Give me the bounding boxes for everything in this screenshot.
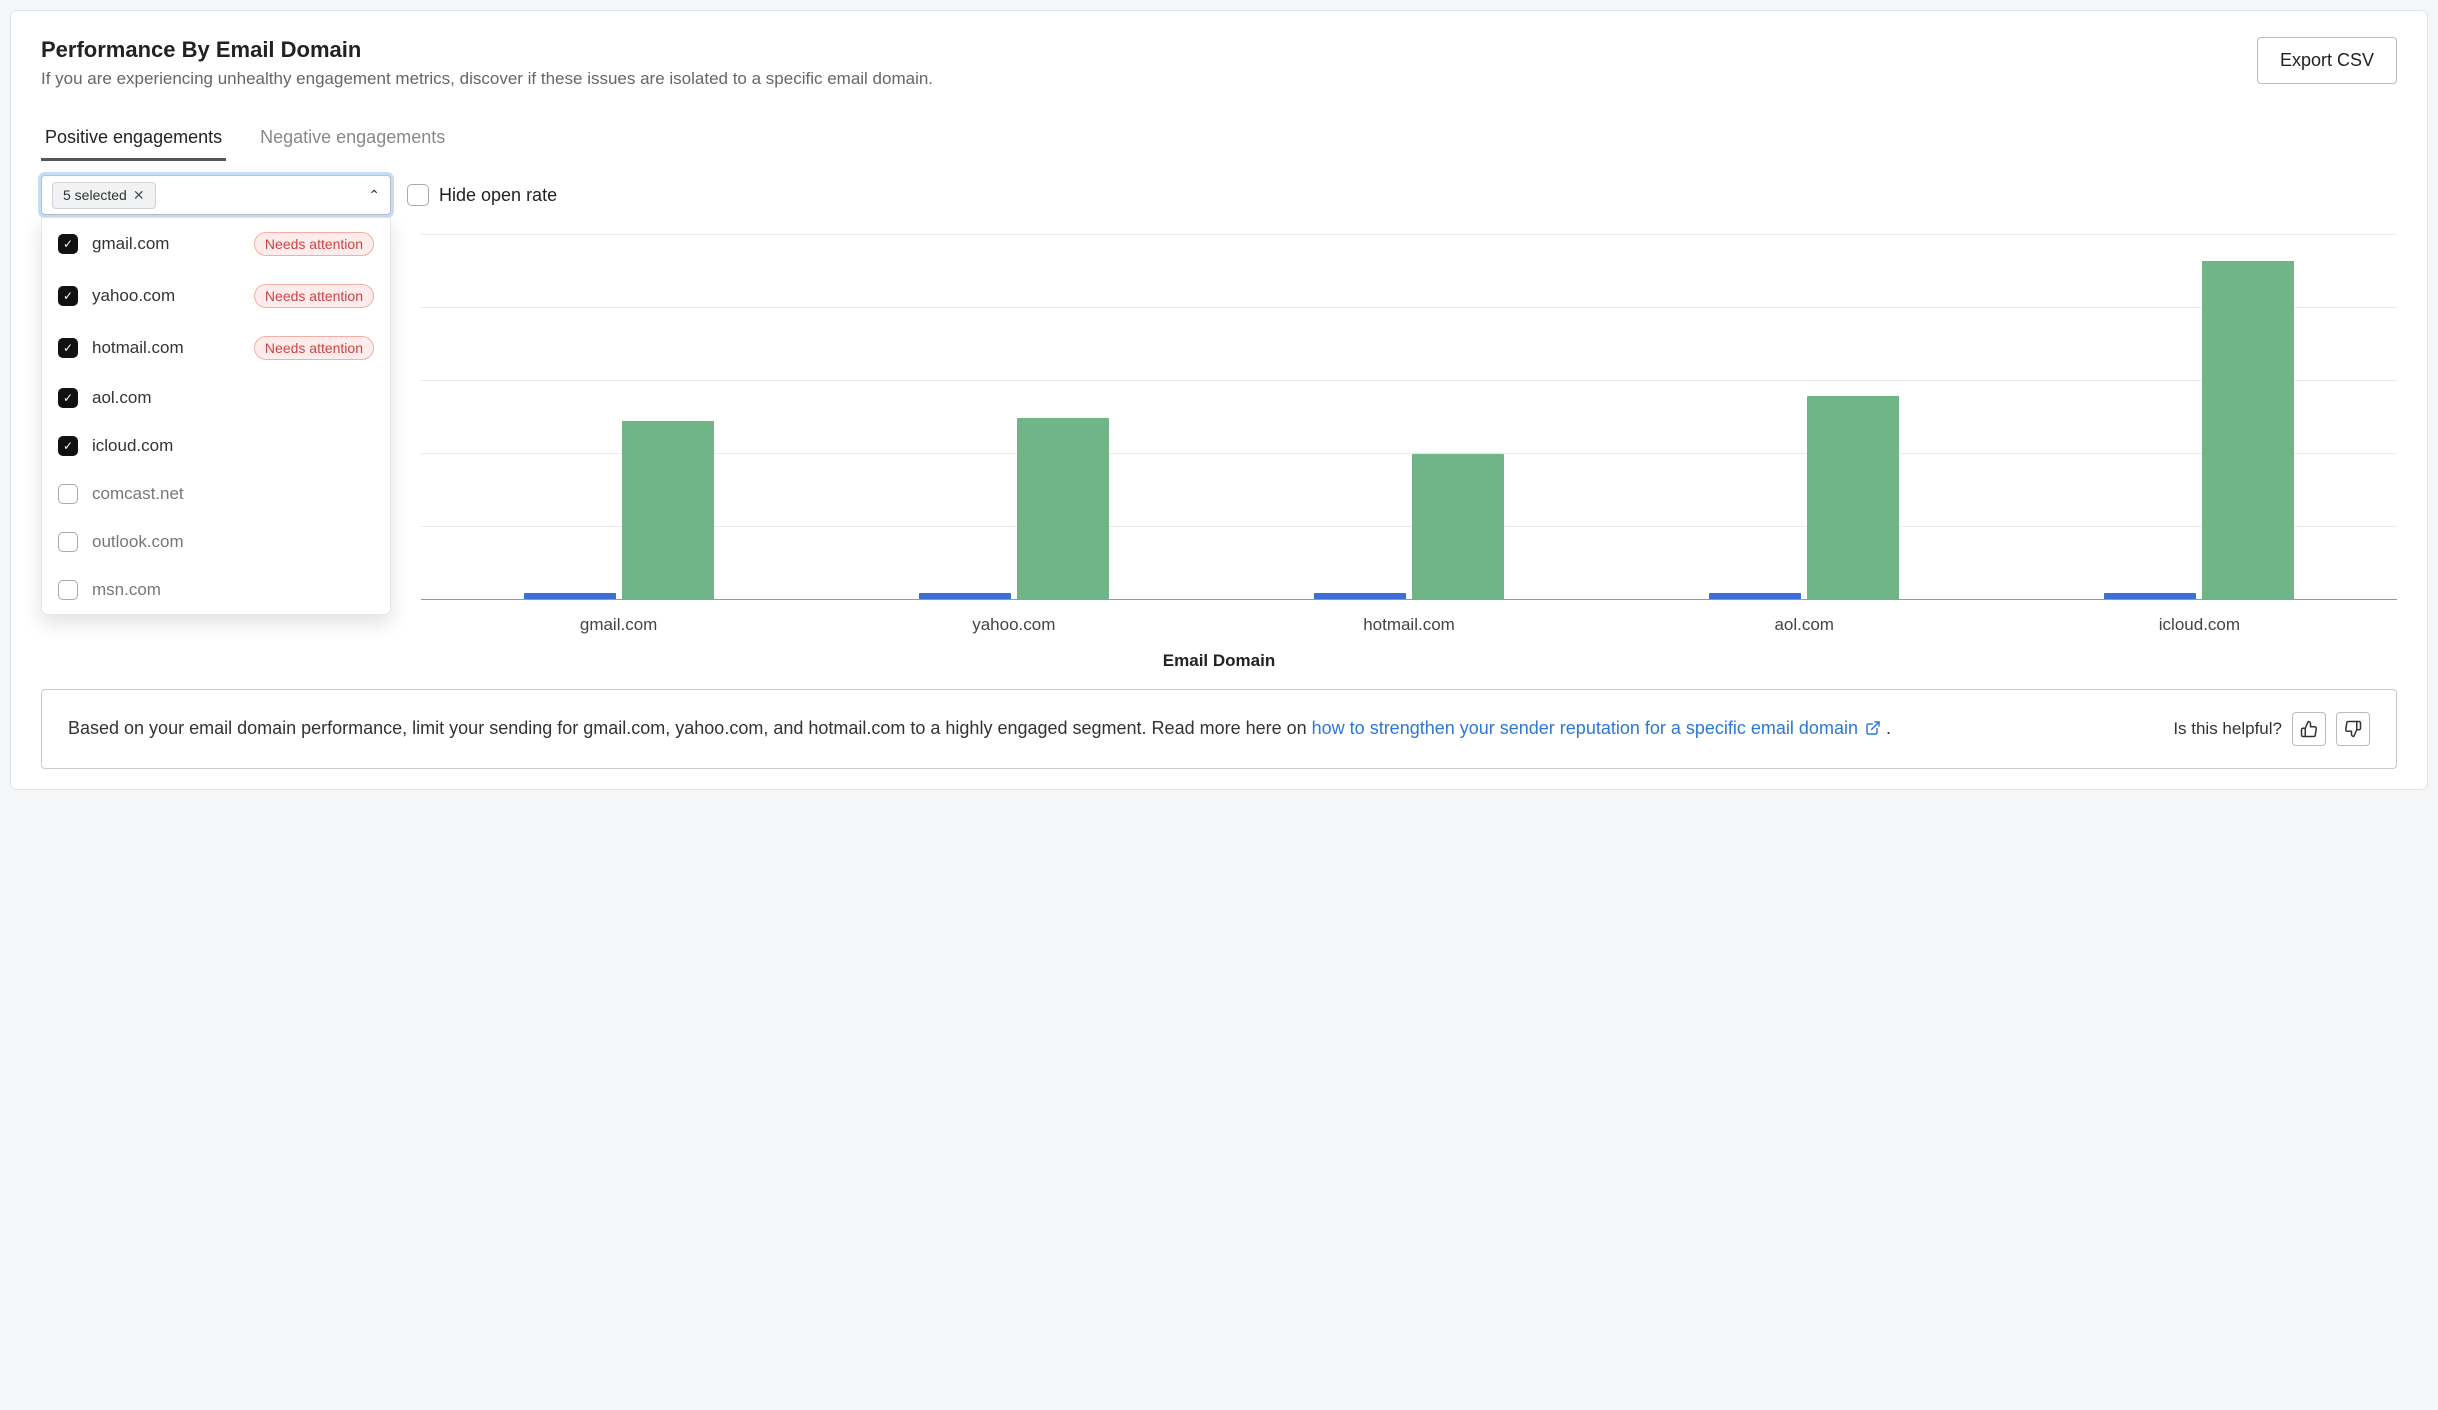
x-axis-tick-label: aol.com — [1607, 615, 2002, 635]
dropdown-option-label: aol.com — [92, 388, 152, 408]
tab-negative-engagements[interactable]: Negative engagements — [256, 117, 449, 161]
dropdown-option-label: icloud.com — [92, 436, 173, 456]
domain-dropdown-panel: ✓ gmail.com Needs attention ✓ yahoo.com Needs… — [41, 217, 391, 615]
checkbox-icon: ✓ — [58, 286, 78, 306]
page-subtitle: If you are experiencing unhealthy engage… — [41, 69, 933, 89]
chart-bars — [421, 235, 2397, 600]
insight-box: Based on your email domain performance, … — [41, 689, 2397, 769]
dropdown-option-label: gmail.com — [92, 234, 169, 254]
domain-multiselect[interactable]: 5 selected ✕ ⌃ — [41, 175, 391, 215]
multiselect-chip: 5 selected ✕ — [52, 182, 156, 209]
thumbs-up-button[interactable] — [2292, 712, 2326, 746]
dropdown-option-yahoo-com[interactable]: ✓ yahoo.com Needs attention — [42, 270, 390, 322]
x-axis-tick-label: yahoo.com — [816, 615, 1211, 635]
bar-group — [2002, 235, 2397, 600]
insight-suffix: . — [1886, 718, 1891, 738]
insight-link[interactable]: how to strengthen your sender reputation… — [1312, 718, 1886, 738]
dropdown-option-gmail-com[interactable]: ✓ gmail.com Needs attention — [42, 218, 390, 270]
thumbs-down-button[interactable] — [2336, 712, 2370, 746]
bar-group — [1211, 235, 1606, 600]
dropdown-option-label: comcast.net — [92, 484, 184, 504]
bar-open-rate[interactable] — [1017, 418, 1109, 601]
bar-open-rate[interactable] — [2202, 261, 2294, 600]
checkbox-icon — [407, 184, 429, 206]
bar-open-rate[interactable] — [1412, 454, 1504, 600]
needs-attention-badge: Needs attention — [254, 284, 374, 308]
helpful-label: Is this helpful? — [2173, 719, 2282, 739]
checkbox-icon — [58, 532, 78, 552]
dropdown-option-msn-com[interactable]: msn.com — [42, 566, 390, 614]
multiselect-chip-text: 5 selected — [63, 187, 127, 203]
insight-prefix: Based on your email domain performance, … — [68, 718, 1312, 738]
needs-attention-badge: Needs attention — [254, 232, 374, 256]
x-axis-title: Email Domain — [41, 651, 2397, 671]
x-axis-tick-label: gmail.com — [421, 615, 816, 635]
feedback-controls: Is this helpful? — [2173, 712, 2370, 746]
engagement-tabs: Positive engagements Negative engagement… — [41, 117, 2397, 161]
export-csv-button[interactable]: Export CSV — [2257, 37, 2397, 84]
checkbox-icon: ✓ — [58, 436, 78, 456]
x-axis-line — [421, 599, 2397, 600]
bar-group — [816, 235, 1211, 600]
bar-open-rate[interactable] — [622, 421, 714, 600]
dropdown-option-hotmail-com[interactable]: ✓ hotmail.com Needs attention — [42, 322, 390, 374]
dropdown-option-comcast-net[interactable]: comcast.net — [42, 470, 390, 518]
controls-row: 5 selected ✕ ⌃ ✓gmail.comNeeds attention… — [41, 175, 2397, 215]
checkbox-icon — [58, 484, 78, 504]
domain-chart: gmail.comyahoo.comhotmail.comaol.comiclo… — [41, 235, 2397, 645]
x-axis-tick-label: icloud.com — [2002, 615, 2397, 635]
dropdown-option-aol-com[interactable]: ✓ aol.com — [42, 374, 390, 422]
tab-positive-engagements[interactable]: Positive engagements — [41, 117, 226, 161]
dropdown-option-label: msn.com — [92, 580, 161, 600]
chevron-up-icon: ⌃ — [368, 187, 380, 204]
checkbox-icon: ✓ — [58, 388, 78, 408]
checkbox-icon: ✓ — [58, 234, 78, 254]
needs-attention-badge: Needs attention — [254, 336, 374, 360]
dropdown-option-label: hotmail.com — [92, 338, 184, 358]
dropdown-option-label: outlook.com — [92, 532, 184, 552]
checkbox-icon: ✓ — [58, 338, 78, 358]
hide-open-rate-checkbox[interactable]: Hide open rate — [407, 184, 557, 206]
dropdown-option-outlook-com[interactable]: outlook.com — [42, 518, 390, 566]
x-axis-labels: gmail.comyahoo.comhotmail.comaol.comiclo… — [421, 615, 2397, 635]
x-axis-tick-label: hotmail.com — [1211, 615, 1606, 635]
clear-selection-icon[interactable]: ✕ — [133, 187, 145, 204]
card-header: Performance By Email Domain If you are e… — [41, 37, 2397, 89]
insight-text: Based on your email domain performance, … — [68, 714, 1891, 745]
hide-open-rate-label: Hide open rate — [439, 185, 557, 206]
page-title: Performance By Email Domain — [41, 37, 933, 63]
bar-group — [1607, 235, 2002, 600]
dropdown-option-icloud-com[interactable]: ✓ icloud.com — [42, 422, 390, 470]
bar-group — [421, 235, 816, 600]
performance-by-domain-card: Performance By Email Domain If you are e… — [10, 10, 2428, 790]
external-link-icon — [1865, 716, 1881, 745]
bar-open-rate[interactable] — [1807, 396, 1899, 600]
checkbox-icon — [58, 580, 78, 600]
dropdown-option-label: yahoo.com — [92, 286, 175, 306]
